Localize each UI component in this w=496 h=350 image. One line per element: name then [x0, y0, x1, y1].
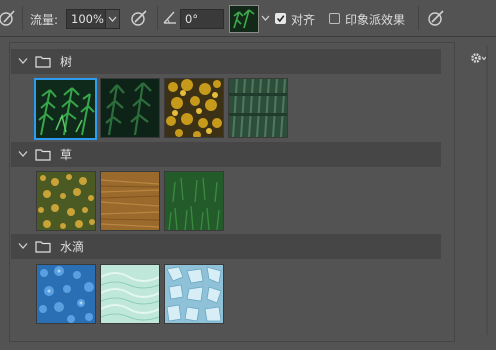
folder-icon: [35, 241, 51, 253]
dry-grass-flowers-texture: [37, 172, 95, 230]
align-label: 对齐: [291, 13, 316, 27]
brush-preset-thumb[interactable]: [164, 171, 224, 231]
chevron-down-icon[interactable]: [260, 12, 271, 24]
brush-preset-thumb[interactable]: [100, 264, 160, 324]
brush-preset-thumb[interactable]: [100, 78, 160, 138]
pine-forest-aerial-texture: [229, 78, 287, 138]
chevron-down-icon[interactable]: [18, 242, 28, 250]
separator: [418, 6, 419, 30]
straw-texture: [100, 172, 160, 230]
brush-preset-thumb[interactable]: [164, 78, 224, 139]
brush-preset-thumb[interactable]: [34, 78, 97, 140]
options-bar: 流量: 100% 0° 对齐 印象派效果: [0, 0, 496, 37]
dark-pine-texture: [101, 79, 159, 137]
chevron-down-icon[interactable]: [18, 57, 28, 65]
group-name: 水滴: [60, 240, 85, 254]
impressionist-checkbox[interactable]: [329, 13, 340, 24]
folder-icon: [35, 149, 51, 161]
brush-preset-thumb[interactable]: [228, 78, 288, 138]
fern-leaves-texture: [36, 80, 95, 138]
brush-preset-thumb[interactable]: [100, 171, 160, 231]
separator: [157, 6, 158, 30]
align-checkbox[interactable]: [275, 13, 286, 24]
checkmark-icon: [276, 15, 285, 23]
green-grass-texture: [165, 172, 223, 231]
fern-brush-preview: [230, 6, 258, 32]
group-name: 草: [60, 148, 73, 162]
angle-input[interactable]: 0°: [180, 9, 224, 29]
impressionist-label: 印象派效果: [345, 13, 406, 27]
separator: [22, 6, 23, 30]
brush-pressure-icon[interactable]: [426, 8, 446, 28]
blue-droplets-texture: [37, 265, 95, 323]
flow-input[interactable]: 100%: [66, 9, 106, 29]
chevron-down-icon[interactable]: [18, 150, 28, 158]
light-water-ripples-texture: [100, 265, 160, 323]
brush-preset-preview[interactable]: [229, 5, 259, 33]
brush-preset-thumb[interactable]: [164, 264, 224, 324]
folder-icon: [35, 56, 51, 68]
group-header[interactable]: 水滴: [11, 234, 441, 259]
panel-scrollbar[interactable]: [486, 45, 488, 335]
angle-icon: [163, 11, 176, 24]
autumn-foliage-texture: [165, 79, 223, 139]
brush-preset-thumb[interactable]: [36, 171, 96, 231]
ice-crystals-texture: [165, 265, 223, 323]
chevron-down-icon: [108, 16, 117, 22]
airbrush-icon[interactable]: [0, 8, 18, 28]
group-header[interactable]: 树: [11, 49, 441, 74]
group-header[interactable]: 草: [11, 142, 441, 167]
flow-label: 流量:: [30, 13, 59, 27]
brush-preset-thumb[interactable]: [36, 264, 96, 324]
flow-dropdown-button[interactable]: [105, 9, 120, 29]
flow-pressure-icon[interactable]: [129, 8, 149, 28]
group-name: 树: [60, 55, 73, 69]
